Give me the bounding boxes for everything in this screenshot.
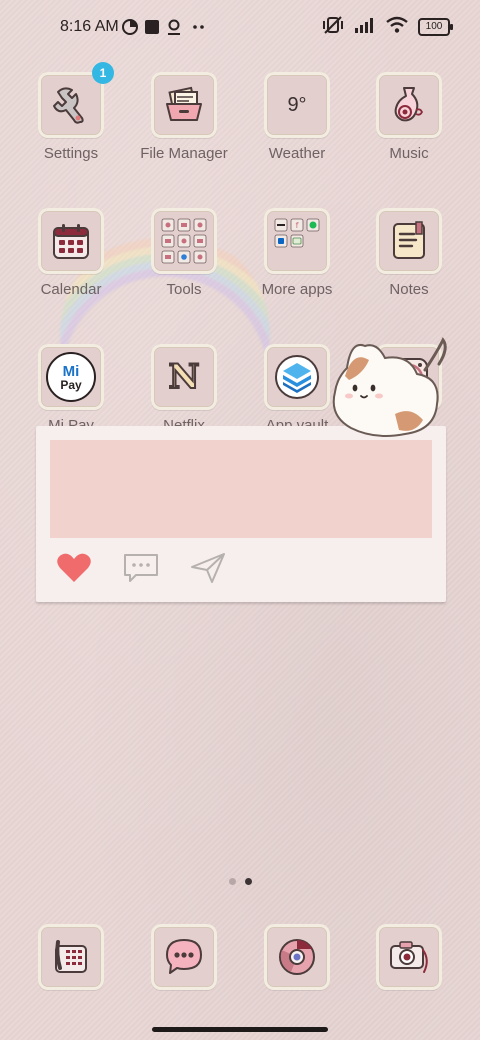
settings-wrench-icon <box>44 78 98 132</box>
app-label: Settings <box>43 145 99 162</box>
app-netflix[interactable]: N Netflix <box>128 344 240 434</box>
netflix-icon: N <box>157 350 211 404</box>
app-label: Notes <box>389 281 429 298</box>
send-icon[interactable] <box>190 552 226 589</box>
dock-camera[interactable] <box>353 924 465 990</box>
dock-phone[interactable] <box>15 924 127 990</box>
calendar-icon <box>44 214 98 268</box>
app-label: More apps <box>261 281 333 298</box>
svg-text:f: f <box>296 221 299 230</box>
folder-icon <box>157 78 211 132</box>
mi-pay-icon: Mi Pay <box>44 350 98 404</box>
weather-temperature: 9° <box>287 93 307 116</box>
camera-icon <box>382 930 436 984</box>
more-notifications-icon <box>190 18 208 36</box>
app-calendar[interactable]: Calendar <box>15 208 127 298</box>
page-dot-active[interactable] <box>244 878 252 885</box>
app-notes[interactable]: Notes <box>353 208 465 298</box>
battery-icon: 100 <box>418 18 453 36</box>
messages-icon <box>157 930 211 984</box>
weather-icon: 9° <box>270 78 324 132</box>
notes-icon <box>382 214 436 268</box>
notification-badge: 1 <box>92 62 114 84</box>
app-music[interactable]: Music <box>353 72 465 162</box>
app-vault-icon <box>270 350 324 404</box>
page-indicator[interactable] <box>0 878 480 885</box>
photo-widget[interactable] <box>36 426 446 602</box>
status-time: 8:16 AM <box>60 18 119 35</box>
app-label: Music <box>389 145 429 162</box>
page-dot[interactable] <box>228 878 236 885</box>
status-indicators: 100 <box>322 15 453 40</box>
app-weather[interactable]: 9° Weather <box>241 72 353 162</box>
app-mi-pay[interactable]: Mi Pay Mi Pay <box>15 344 127 434</box>
comment-icon[interactable] <box>122 552 160 589</box>
chrome-icon <box>270 930 324 984</box>
app-label: Calendar <box>40 281 102 298</box>
app-settings[interactable]: 1 Settings <box>15 62 127 162</box>
widget-actions <box>56 552 226 589</box>
heart-icon[interactable] <box>56 552 92 589</box>
status-bar: 8:16 AM 100 <box>0 0 480 56</box>
wifi-icon <box>386 16 408 39</box>
phone-icon <box>44 930 98 984</box>
widget-photo[interactable] <box>50 440 432 538</box>
signal-icon <box>354 16 376 39</box>
home-indicator[interactable] <box>152 1027 328 1032</box>
cat-illustration <box>325 330 455 448</box>
location-person-icon <box>165 18 183 36</box>
app-file-manager[interactable]: File Manager <box>128 72 240 162</box>
data-saver-icon <box>121 18 139 36</box>
vibrate-off-icon <box>322 15 344 40</box>
dock-messages[interactable] <box>128 924 240 990</box>
app-label: Weather <box>268 145 326 162</box>
netflix-logo: N <box>167 356 200 398</box>
app-label: Tools <box>166 281 202 298</box>
notification-square-icon <box>143 18 161 36</box>
dock-browser[interactable] <box>241 924 353 990</box>
app-label: File Manager <box>140 145 228 162</box>
mi-pay-logo-bottom: Pay <box>60 377 82 392</box>
more-apps-folder-icon: f <box>270 214 324 268</box>
mi-pay-logo-top: Mi <box>62 362 80 380</box>
app-folder-tools[interactable]: Tools <box>128 208 240 298</box>
music-horn-icon <box>382 78 436 132</box>
app-folder-more-apps[interactable]: f More apps <box>241 208 353 298</box>
tools-folder-icon <box>157 214 211 268</box>
